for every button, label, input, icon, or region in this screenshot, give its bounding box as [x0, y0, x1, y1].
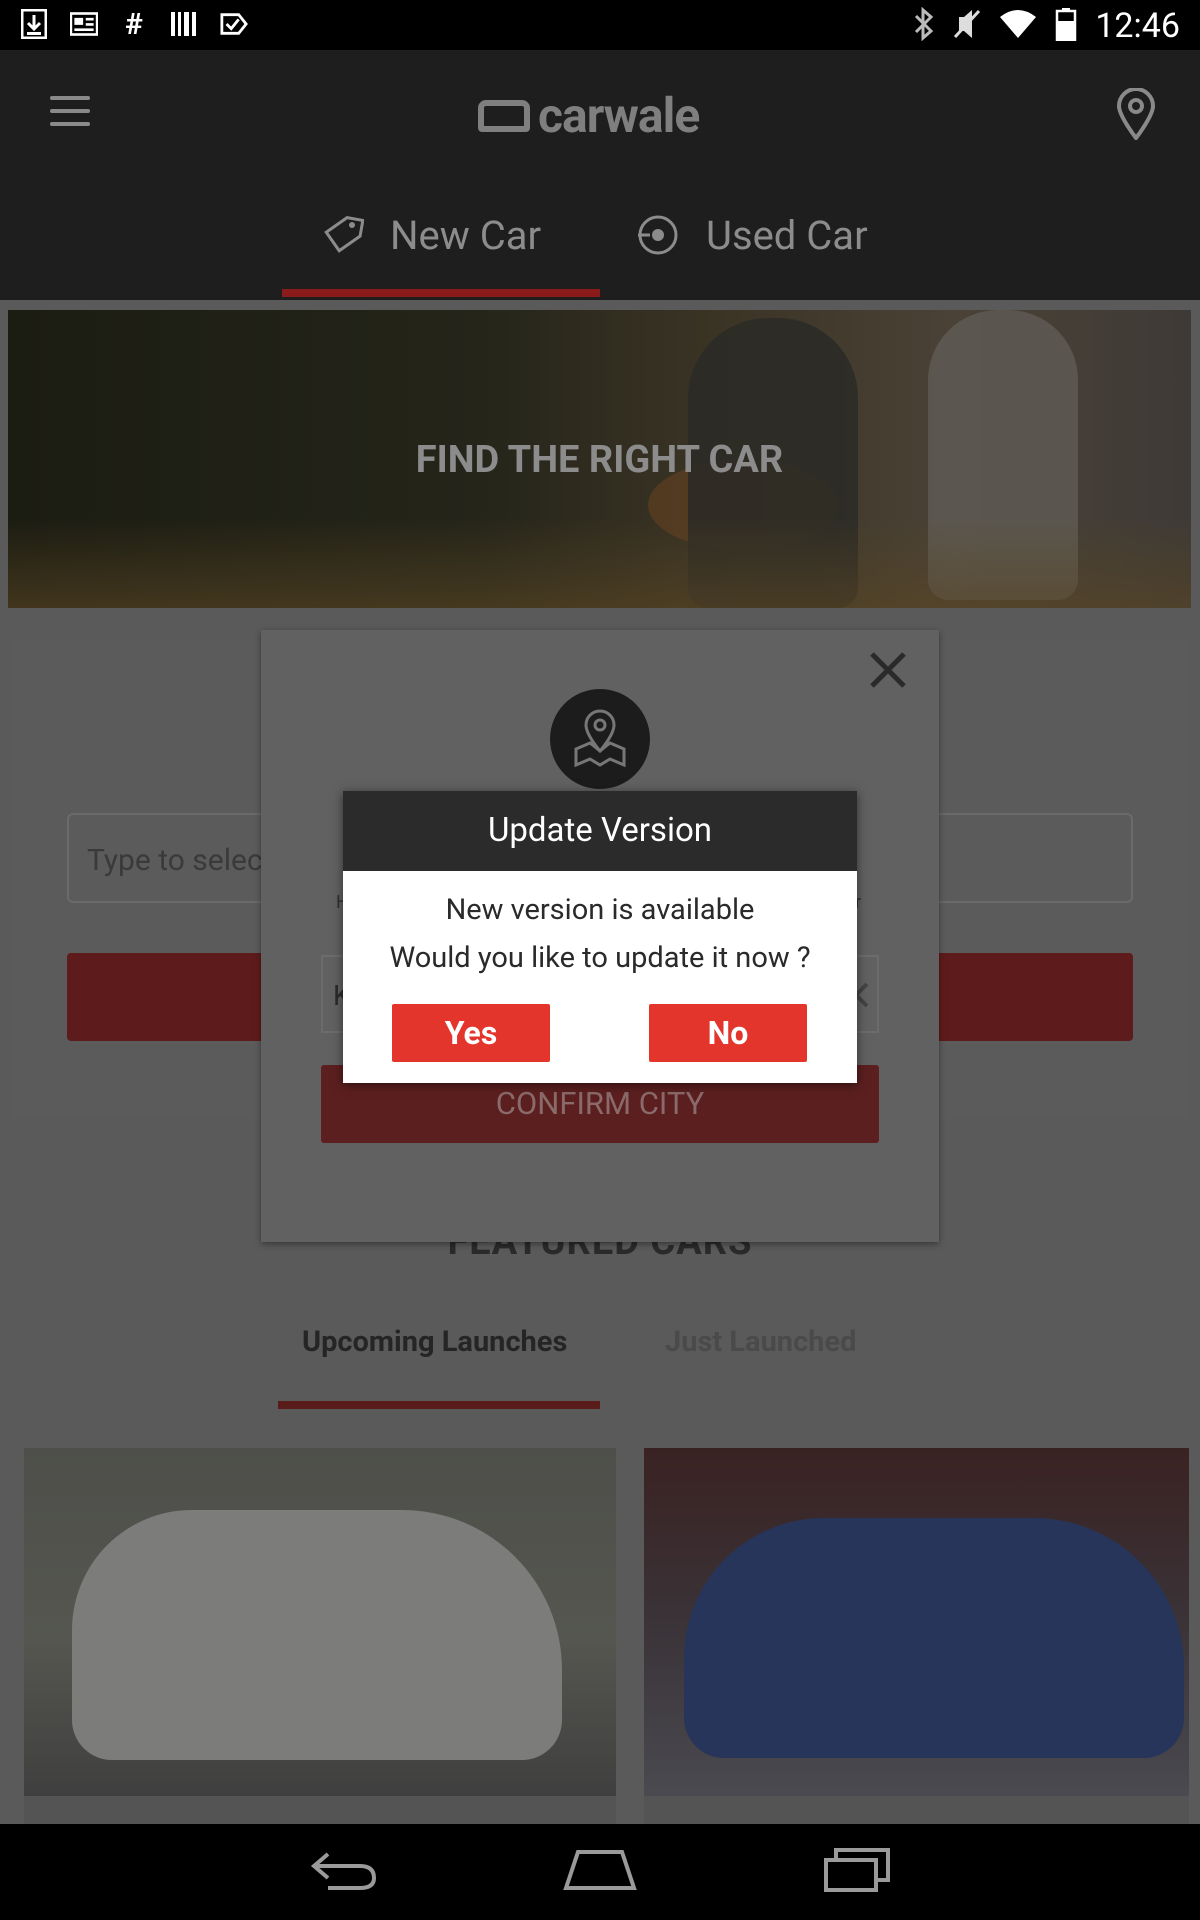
- status-bar: # 12:46: [0, 0, 1200, 50]
- white-sedan-car: [72, 1510, 562, 1760]
- recent-apps-icon[interactable]: [822, 1844, 894, 1894]
- battery-icon: [1055, 7, 1077, 45]
- logo-car-icon: [478, 99, 530, 132]
- dialog-message-line: Would you like to update it now ?: [389, 941, 811, 975]
- tab-indicator: [282, 289, 600, 297]
- car-image: [24, 1448, 616, 1796]
- update-version-dialog: Update Version New version is available …: [343, 791, 857, 1083]
- system-nav-bar: [0, 1824, 1200, 1920]
- featured-car-card[interactable]: [644, 1448, 1189, 1830]
- wifi-icon: [999, 9, 1037, 43]
- back-icon[interactable]: [308, 1844, 380, 1894]
- check-icon: [220, 8, 248, 40]
- mute-icon: [953, 7, 981, 45]
- yes-button[interactable]: Yes: [392, 1004, 550, 1062]
- no-button[interactable]: No: [649, 1004, 807, 1062]
- app-bar: carwale: [0, 50, 1200, 300]
- tab-new-car-label: New Car: [390, 211, 542, 259]
- blue-concept-suv: [684, 1518, 1184, 1758]
- tab-used-car-label: Used Car: [706, 211, 868, 259]
- tab-just-launched[interactable]: Just Launched: [665, 1325, 856, 1359]
- tag-key-icon: [320, 213, 365, 257]
- home-icon[interactable]: [562, 1844, 638, 1894]
- barcode-icon: [170, 8, 198, 40]
- dialog-message-line: New version is available: [445, 893, 755, 927]
- hero-title: FIND THE RIGHT CAR: [415, 438, 784, 482]
- carwale-logo: carwale: [478, 87, 700, 144]
- car-image: [644, 1448, 1189, 1796]
- hero-banner[interactable]: FIND THE RIGHT CAR: [8, 310, 1191, 608]
- logo-text: carwale: [538, 87, 700, 144]
- news-icon: [70, 8, 98, 40]
- menu-icon[interactable]: [50, 96, 90, 126]
- close-icon[interactable]: [866, 648, 910, 692]
- featured-car-card[interactable]: [24, 1448, 616, 1830]
- tab-upcoming-launches[interactable]: Upcoming Launches: [302, 1325, 567, 1359]
- hero-photo-ground: [8, 518, 1191, 608]
- city-map-pin-icon: [550, 689, 650, 789]
- used-car-icon: [636, 213, 680, 257]
- location-pin-icon[interactable]: [1116, 87, 1156, 142]
- tab-new-car[interactable]: New Car: [320, 210, 541, 260]
- featured-tab-indicator: [278, 1401, 600, 1409]
- dialog-title: Update Version: [343, 791, 857, 871]
- download-icon: [20, 8, 48, 40]
- hashtag-icon: #: [125, 6, 143, 42]
- status-clock: 12:46: [1095, 6, 1180, 46]
- bluetooth-icon: [913, 6, 935, 45]
- tab-used-car[interactable]: Used Car: [636, 210, 868, 260]
